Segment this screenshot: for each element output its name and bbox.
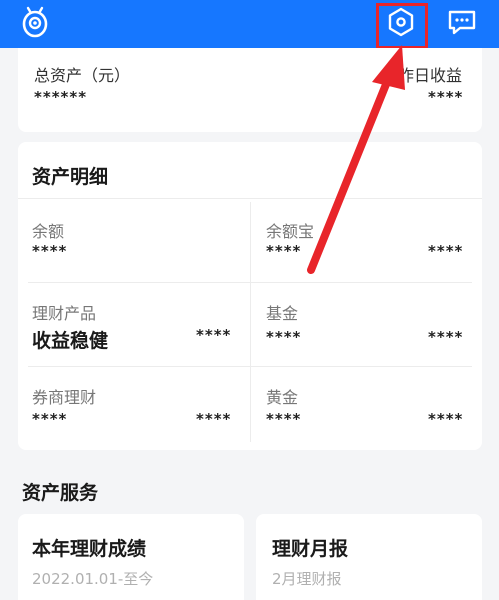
owl-logo-icon[interactable] xyxy=(22,6,48,38)
asset-detail-card: 资产明细 余额 **** 余额宝 **** **** 理财产品 收益稳健 ***… xyxy=(18,142,482,450)
yesterday-earnings-label: 昨日收益 xyxy=(398,66,463,85)
asset-item-label: 黄金 xyxy=(266,388,299,407)
asset-item-product-name: 收益稳健 xyxy=(32,330,109,352)
asset-item-earnings: **** xyxy=(196,410,232,428)
divider xyxy=(28,366,472,367)
yesterday-earnings-value: **** xyxy=(428,88,464,106)
asset-item-value: **** xyxy=(32,242,68,260)
service-card-title: 本年理财成绩 xyxy=(32,538,147,560)
asset-item-value: **** xyxy=(196,326,232,344)
asset-item-value: **** xyxy=(266,328,302,346)
service-card-title: 理财月报 xyxy=(272,538,349,560)
service-card-subtitle: 2月理财报 xyxy=(272,570,342,588)
total-assets-card[interactable]: 总资产（元） ****** 昨日收益 **** xyxy=(18,48,482,132)
service-card-annual-performance[interactable]: 本年理财成绩 2022.01.01-至今 xyxy=(18,514,244,600)
asset-detail-title: 资产明细 xyxy=(32,166,109,188)
asset-item-earnings: **** xyxy=(428,328,464,346)
divider xyxy=(28,282,472,283)
asset-services-title: 资产服务 xyxy=(22,482,99,504)
asset-item-label: 券商理财 xyxy=(32,388,97,407)
asset-item-label: 余额 xyxy=(32,222,65,241)
total-assets-value: ****** xyxy=(34,88,88,106)
divider xyxy=(18,198,482,199)
asset-item-earnings: **** xyxy=(428,410,464,428)
chat-message-icon[interactable] xyxy=(446,6,478,38)
asset-item-label: 理财产品 xyxy=(32,304,97,323)
service-card-subtitle: 2022.01.01-至今 xyxy=(32,570,154,588)
asset-item-earnings: **** xyxy=(428,242,464,260)
asset-item-label: 余额宝 xyxy=(266,222,315,241)
divider xyxy=(250,202,251,442)
asset-item-value: **** xyxy=(266,410,302,428)
asset-item-label: 基金 xyxy=(266,304,299,323)
settings-highlight-box xyxy=(376,3,428,49)
service-card-monthly-report[interactable]: 理财月报 2月理财报 xyxy=(256,514,482,600)
fade-overlay xyxy=(412,514,482,600)
asset-item-value: **** xyxy=(266,242,302,260)
total-assets-label: 总资产（元） xyxy=(34,66,131,85)
asset-item-value: **** xyxy=(32,410,68,428)
